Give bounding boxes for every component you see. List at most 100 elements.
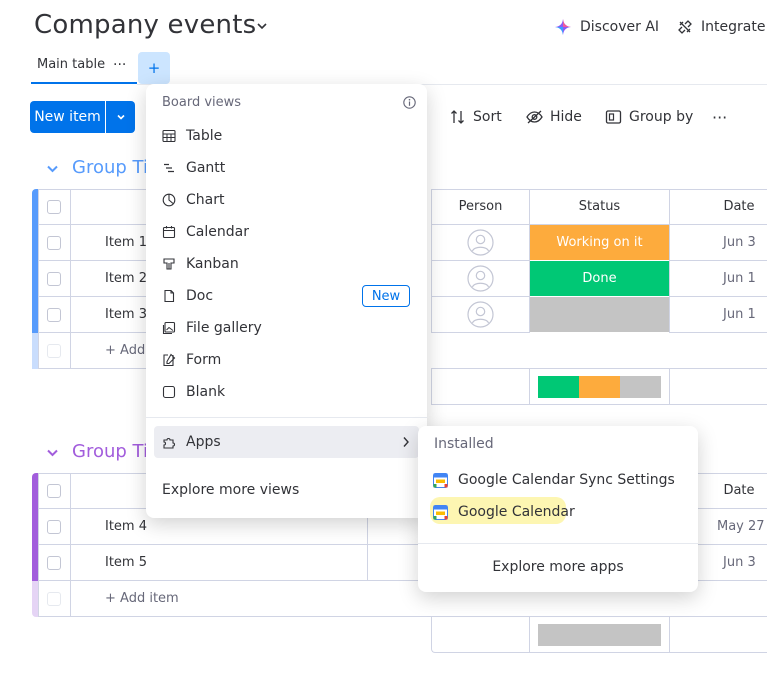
group-by-icon xyxy=(605,109,622,125)
board-title[interactable]: Company events xyxy=(34,10,256,40)
group2-select-all-checkbox[interactable] xyxy=(47,484,61,498)
status-cell-done[interactable]: Done xyxy=(530,261,669,296)
menu-item-apps[interactable]: Apps xyxy=(162,432,221,452)
integrate-label: Integrate xyxy=(701,19,766,35)
menu-item-table[interactable]: Table xyxy=(162,126,222,146)
active-tab-underline xyxy=(31,82,137,84)
sort-button[interactable]: Sort xyxy=(450,108,502,126)
item1-checkbox[interactable] xyxy=(47,236,61,250)
group1-collapse-chevron-icon[interactable] xyxy=(46,162,59,175)
menu-item-label: File gallery xyxy=(186,320,262,336)
integrate-icon xyxy=(677,19,693,35)
gantt-icon xyxy=(162,161,176,175)
add-view-button[interactable]: + xyxy=(138,52,170,84)
group2-title[interactable]: Group Ti xyxy=(72,441,148,462)
add-item-checkbox xyxy=(47,592,61,606)
tab-more-button[interactable]: ··· xyxy=(113,57,126,73)
group-by-button[interactable]: Group by xyxy=(605,108,693,126)
integrate-button[interactable]: Integrate xyxy=(677,17,765,37)
item3-date[interactable]: Jun 1 xyxy=(723,307,756,322)
submenu-divider xyxy=(418,543,698,544)
menu-item-gantt[interactable]: Gantt xyxy=(162,158,225,178)
explore-more-apps-link[interactable]: Explore more apps xyxy=(418,559,698,575)
summary-divider xyxy=(529,616,530,653)
item2-checkbox[interactable] xyxy=(47,272,61,286)
person-avatar-icon[interactable] xyxy=(467,301,494,328)
menu-item-form[interactable]: Form xyxy=(162,350,221,370)
menu-item-label: Google Calendar xyxy=(458,504,575,520)
menu-item-label: Doc xyxy=(186,288,214,304)
toolbar-more-button[interactable]: ··· xyxy=(712,108,727,127)
google-calendar-icon xyxy=(433,504,448,520)
sparkle-icon xyxy=(554,18,572,36)
menu-item-blank[interactable]: Blank xyxy=(162,382,225,402)
menu-divider xyxy=(146,417,427,418)
summary-divider xyxy=(669,368,670,405)
menu-item-label: Apps xyxy=(186,434,221,450)
group1-title[interactable]: Group Ti xyxy=(72,157,148,178)
new-item-button[interactable]: New item xyxy=(30,101,105,133)
status-column-title: Status xyxy=(578,199,621,214)
hide-button[interactable]: Hide xyxy=(526,108,582,126)
discover-ai-button[interactable]: Discover AI xyxy=(554,17,659,37)
title-chevron-down-icon[interactable] xyxy=(256,20,268,32)
item4-date[interactable]: May 27 xyxy=(717,519,765,534)
menu-item-label: Gantt xyxy=(186,160,226,176)
group-by-label: Group by xyxy=(629,109,694,125)
info-icon[interactable] xyxy=(403,96,416,109)
table-icon xyxy=(162,129,176,143)
tab-main-table[interactable]: Main table xyxy=(37,57,105,72)
item4-checkbox[interactable] xyxy=(47,520,61,534)
summary-divider xyxy=(669,616,670,653)
google-calendar-item[interactable]: Google Calendar xyxy=(433,502,683,522)
group1-item-header-cell xyxy=(70,189,150,225)
menu-item-file-gallery[interactable]: File gallery xyxy=(162,318,262,338)
item4-name[interactable]: Item 4 xyxy=(105,519,147,534)
item1-name[interactable]: Item 1 xyxy=(105,235,147,250)
item5-checkbox[interactable] xyxy=(47,556,61,570)
file-gallery-icon xyxy=(162,321,176,335)
item3-name[interactable]: Item 3 xyxy=(105,307,147,322)
explore-more-views-link[interactable]: Explore more views xyxy=(162,482,299,498)
google-calendar-sync-settings-item[interactable]: Google Calendar Sync Settings xyxy=(433,470,683,490)
menu-item-label: Google Calendar Sync Settings xyxy=(458,472,675,488)
summary-divider xyxy=(529,368,530,405)
group2-collapse-chevron-icon[interactable] xyxy=(46,446,59,459)
person-avatar-icon[interactable] xyxy=(467,229,494,256)
google-calendar-icon xyxy=(433,472,448,488)
item2-date[interactable]: Jun 1 xyxy=(723,271,756,286)
menu-item-label: Table xyxy=(186,128,223,144)
chevron-down-icon xyxy=(116,114,125,120)
item3-checkbox[interactable] xyxy=(47,308,61,322)
sort-icon xyxy=(450,109,466,125)
kanban-icon xyxy=(162,257,176,271)
status-summary-working xyxy=(579,376,620,398)
status-cell-empty[interactable] xyxy=(530,297,669,332)
new-item-dropdown-button[interactable] xyxy=(106,101,135,133)
item5-name[interactable]: Item 5 xyxy=(105,555,147,570)
date-column-title: Date xyxy=(723,199,755,214)
item1-date[interactable]: Jun 3 xyxy=(723,235,756,250)
add-view-label: + xyxy=(147,59,161,77)
calendar-icon xyxy=(162,225,176,239)
new-badge: New xyxy=(362,285,410,307)
item5-date[interactable]: Jun 3 xyxy=(723,555,756,570)
person-avatar-icon[interactable] xyxy=(467,265,494,292)
person-column-title: Person xyxy=(458,199,503,214)
group2-status-summary-bar[interactable] xyxy=(538,624,661,646)
menu-item-label: Chart xyxy=(186,192,225,208)
doc-icon xyxy=(162,289,176,303)
menu-item-calendar[interactable]: Calendar xyxy=(162,222,249,242)
status-cell-working[interactable]: Working on it xyxy=(530,225,669,260)
status-summary-bar[interactable] xyxy=(538,376,661,398)
menu-item-chart[interactable]: Chart xyxy=(162,190,224,210)
item2-name[interactable]: Item 2 xyxy=(105,271,147,286)
status-summary-done xyxy=(538,376,579,398)
chart-icon xyxy=(162,193,176,207)
menu-item-doc[interactable]: Doc xyxy=(162,286,213,306)
menu-item-kanban[interactable]: Kanban xyxy=(162,254,239,274)
group1-select-all-checkbox[interactable] xyxy=(47,200,61,214)
group2-add-item[interactable]: + Add item xyxy=(105,591,179,606)
menu-item-label: Blank xyxy=(186,384,226,400)
chevron-right-icon xyxy=(402,436,410,448)
